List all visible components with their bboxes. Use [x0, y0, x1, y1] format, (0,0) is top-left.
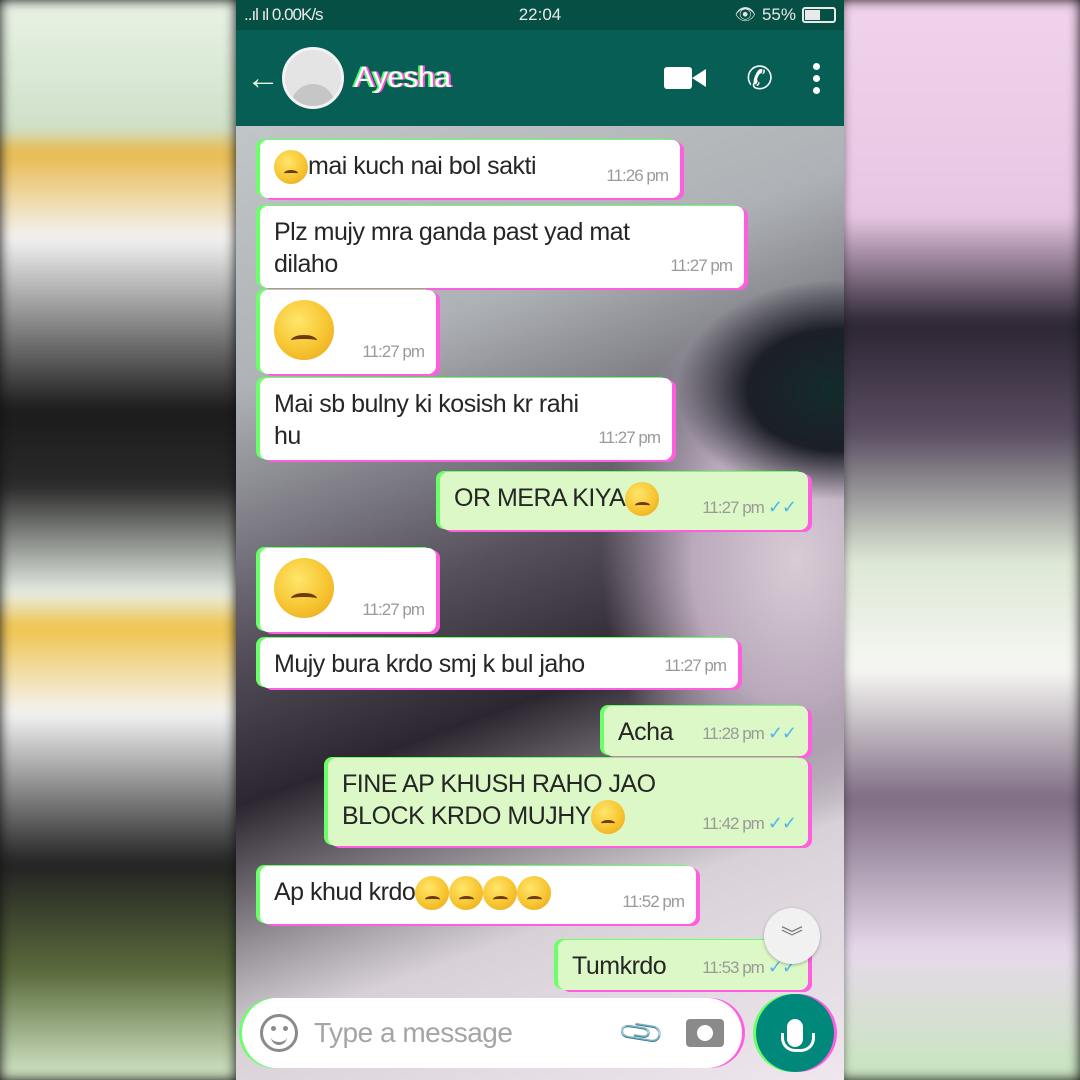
emoji-face-icon — [415, 876, 450, 911]
message-time: 11:27 pm — [362, 342, 425, 361]
message-input[interactable]: Type a message — [314, 1017, 623, 1049]
blurred-background-right — [840, 0, 1080, 1080]
emoji-face-icon — [625, 482, 660, 517]
outgoing-message[interactable]: FINE AP KHUSH RAHO JAO BLOCK KRDO MUJHY 1… — [328, 758, 808, 846]
signal-indicator: ..ıl ıl 0.00K/s — [244, 5, 324, 24]
message-time: 11:28 pm ✓✓ — [702, 723, 797, 743]
emoji-face-icon — [483, 876, 518, 911]
message-text: Acha — [618, 718, 673, 746]
status-bar: ..ıl ıl 0.00K/s 22:04 👁 55% — [236, 0, 844, 30]
status-right: 👁 55% — [639, 5, 836, 25]
message-text: Ap khud krdo — [274, 878, 416, 906]
incoming-message[interactable]: Mujy bura krdo smj k bul jaho 11:27 pm — [260, 638, 738, 688]
message-text: Mai sb bulny ki kosish kr rahi hu — [274, 390, 579, 450]
emoji-icon[interactable] — [260, 1014, 298, 1052]
incoming-message[interactable]: 11:27 pm — [260, 290, 436, 374]
message-text: Tumkrdo — [572, 952, 667, 980]
read-receipt-icon: ✓✓ — [767, 723, 797, 743]
attach-icon[interactable]: 📎 — [616, 1008, 667, 1059]
emoji-face-icon — [274, 300, 334, 360]
back-arrow-icon[interactable]: ← — [246, 59, 282, 98]
read-receipt-icon: ✓✓ — [767, 497, 797, 517]
camera-icon[interactable] — [686, 1019, 724, 1047]
video-call-icon[interactable] — [664, 65, 707, 91]
phone-screen: ..ıl ıl 0.00K/s 22:04 👁 55% ← Ayesha ✆ m… — [236, 0, 844, 1080]
more-options-icon[interactable] — [813, 62, 820, 94]
incoming-message[interactable]: 11:27 pm — [260, 548, 436, 632]
emoji-face-icon — [590, 800, 625, 835]
emoji-face-icon — [449, 876, 484, 911]
emoji-face-icon — [517, 876, 552, 911]
eye-comfort-icon: 👁 — [734, 5, 756, 24]
battery-icon — [801, 7, 836, 23]
incoming-message[interactable]: mai kuch nai bol sakti 11:26 pm — [260, 140, 680, 198]
message-text: Plz mujy mra ganda past yad mat dilaho — [274, 218, 630, 278]
message-text: OR MERA KIYA — [454, 484, 626, 512]
contact-name[interactable]: Ayesha — [354, 61, 664, 95]
chevron-double-down-icon: ︾ — [780, 925, 803, 950]
mic-icon — [781, 1019, 815, 1052]
message-time: 11:27 pm — [670, 256, 733, 275]
emoji-face-icon — [274, 150, 308, 185]
emoji-face-icon — [274, 558, 334, 618]
avatar-placeholder-icon — [291, 84, 335, 106]
read-receipt-icon: ✓✓ — [767, 813, 797, 833]
outgoing-message[interactable]: Acha 11:28 pm ✓✓ — [604, 706, 808, 756]
incoming-message[interactable]: Mai sb bulny ki kosish kr rahi hu 11:27 p… — [260, 378, 672, 460]
avatar[interactable] — [282, 47, 344, 109]
message-time: 11:27 pm — [362, 600, 425, 619]
message-time: 11:27 pm — [664, 656, 727, 675]
incoming-message[interactable]: Plz mujy mra ganda past yad mat dilaho 11… — [260, 206, 744, 288]
message-composer: Type a message 📎 — [242, 998, 742, 1068]
mic-button[interactable] — [756, 994, 834, 1072]
phone-call-icon[interactable]: ✆ — [746, 59, 773, 97]
header-actions: ✆ — [664, 59, 834, 97]
incoming-message[interactable]: Ap khud krdo 11:52 pm — [260, 866, 696, 924]
message-time: 11:27 pm ✓✓ — [702, 497, 797, 517]
message-time: 11:27 pm — [598, 428, 661, 447]
message-time: 11:26 pm — [606, 166, 669, 185]
message-list: mai kuch nai bol sakti 11:26 pm Plz mujy m… — [236, 126, 844, 996]
message-time: 11:52 pm — [622, 892, 685, 911]
chat-header: ← Ayesha ✆ — [236, 30, 844, 126]
battery-percent: 55% — [761, 5, 796, 24]
status-time: 22:04 — [518, 5, 562, 24]
scroll-to-bottom-button[interactable]: ︾ — [764, 908, 820, 964]
message-text: Mujy bura krdo smj k bul jaho — [274, 650, 585, 678]
message-time: 11:42 pm ✓✓ — [702, 813, 797, 833]
battery-level — [804, 10, 821, 20]
blurred-background-left — [0, 0, 236, 1080]
outgoing-message[interactable]: OR MERA KIYA 11:27 pm ✓✓ — [440, 472, 808, 530]
message-text: mai kuch nai bol sakti — [308, 152, 537, 180]
